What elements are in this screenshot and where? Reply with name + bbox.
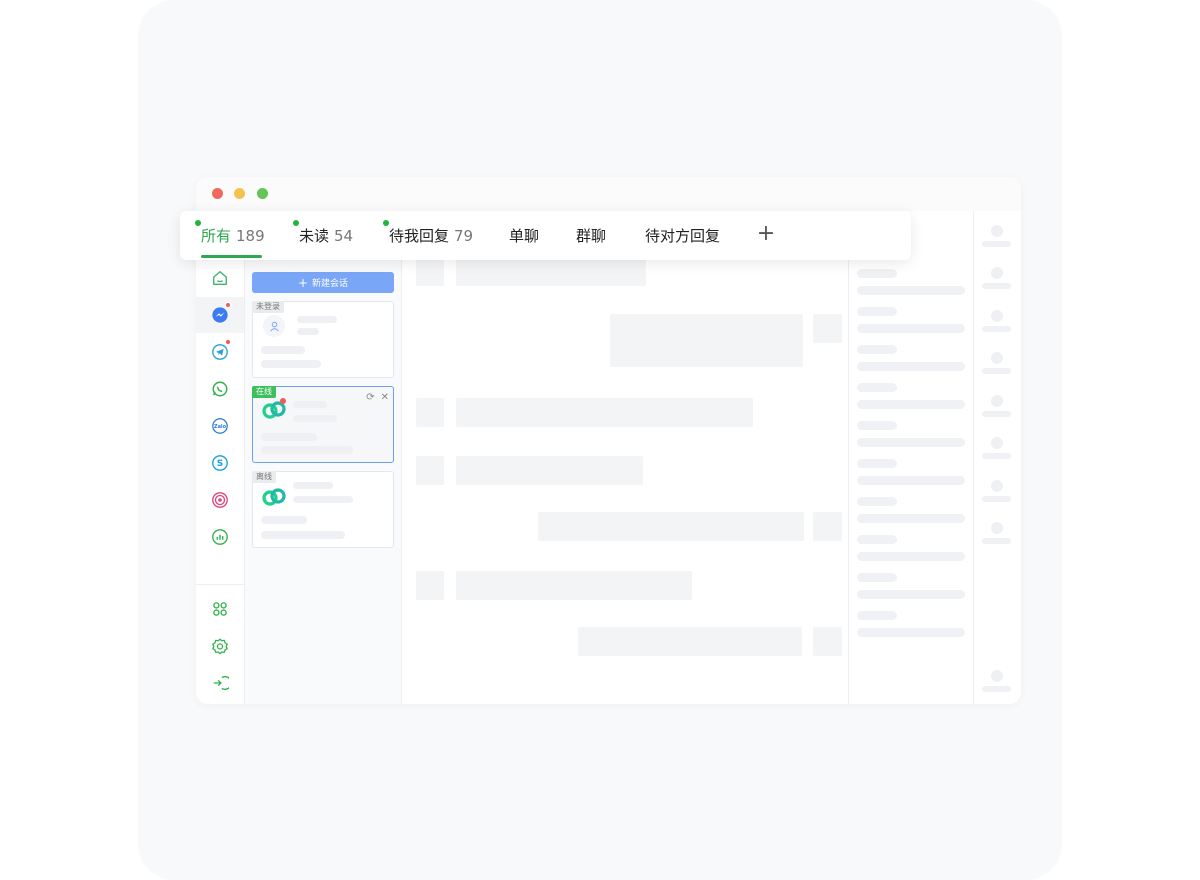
- user-icon: [269, 321, 279, 331]
- whatsapp-icon[interactable]: [208, 377, 232, 401]
- new-conversation-button[interactable]: + 新建会话: [252, 272, 394, 293]
- tab-group-chat[interactable]: 群聊: [576, 226, 606, 246]
- tool-rail: [974, 211, 1021, 704]
- contact-info-panel: [849, 211, 974, 704]
- new-conversation-label: 新建会话: [312, 279, 349, 289]
- tab-indicator-dot: [383, 220, 389, 226]
- tab-label: 单聊: [509, 227, 540, 245]
- refresh-icon[interactable]: ⟳: [366, 393, 374, 403]
- account-card-logged-out[interactable]: 未登录: [252, 301, 394, 378]
- title-bar: [196, 177, 1021, 211]
- active-tab-underline: [201, 255, 262, 258]
- tab-direct-chat[interactable]: 单聊: [509, 226, 539, 246]
- avatar: [263, 315, 285, 337]
- tab-count: 189: [236, 227, 265, 245]
- tab-label: 未读: [299, 227, 330, 245]
- platform-sidebar: Zalo S: [196, 211, 245, 704]
- messenger-unread-badge: [225, 302, 231, 308]
- tab-unread[interactable]: 未读 54: [293, 220, 354, 246]
- app-logo-icon: [262, 488, 286, 506]
- status-tag: 离线: [252, 471, 276, 483]
- tab-count: 54: [334, 227, 354, 245]
- tab-indicator-dot: [293, 220, 299, 226]
- tab-label: 群聊: [576, 227, 607, 245]
- analytics-icon[interactable]: [208, 525, 232, 549]
- instagram-icon[interactable]: [208, 488, 232, 512]
- close-icon[interactable]: ✕: [381, 393, 389, 403]
- tab-indicator-dot: [195, 220, 201, 226]
- chat-area: [402, 211, 849, 704]
- svg-text:S: S: [217, 459, 223, 469]
- status-tag: 未登录: [252, 301, 284, 313]
- tab-all[interactable]: 所有 189: [195, 220, 265, 246]
- close-window-button[interactable]: [212, 188, 223, 199]
- sidebar-divider: [196, 584, 244, 585]
- add-tab-button[interactable]: +: [755, 222, 777, 246]
- apps-icon[interactable]: [208, 597, 232, 621]
- tab-count: 79: [454, 227, 474, 245]
- filter-tab-bar: 所有 189 未读 54 待我回复 79 单聊 群聊 待对方回复 +: [180, 211, 911, 260]
- maximize-window-button[interactable]: [257, 188, 268, 199]
- zalo-icon[interactable]: Zalo: [208, 414, 232, 438]
- tab-awaiting-their-reply[interactable]: 待对方回复: [645, 226, 720, 246]
- tab-label: 待我回复: [389, 227, 450, 245]
- tab-label: 待对方回复: [645, 227, 721, 245]
- tab-awaiting-my-reply[interactable]: 待我回复 79: [383, 220, 474, 246]
- telegram-icon[interactable]: [208, 339, 232, 364]
- settings-icon[interactable]: [208, 634, 232, 658]
- minimize-window-button[interactable]: [234, 188, 245, 199]
- avatar: [261, 484, 287, 510]
- account-card-offline[interactable]: 离线: [252, 471, 394, 548]
- tab-label: 所有: [201, 227, 232, 245]
- logout-icon[interactable]: [208, 671, 232, 695]
- svg-text:Zalo: Zalo: [214, 424, 227, 430]
- telegram-unread-badge: [225, 339, 231, 345]
- messenger-icon[interactable]: [208, 302, 232, 327]
- account-card-online[interactable]: 在线 ⟳ ✕: [252, 386, 394, 463]
- app-logo-icon: [262, 398, 286, 419]
- session-list: + 新建会话 未登录 在线 ⟳ ✕ 离线: [245, 211, 402, 704]
- card-actions: ⟳ ✕: [366, 393, 389, 403]
- avatar: [261, 397, 287, 423]
- skype-icon[interactable]: S: [208, 451, 232, 475]
- plus-icon: +: [297, 275, 309, 290]
- home-icon[interactable]: [208, 266, 232, 290]
